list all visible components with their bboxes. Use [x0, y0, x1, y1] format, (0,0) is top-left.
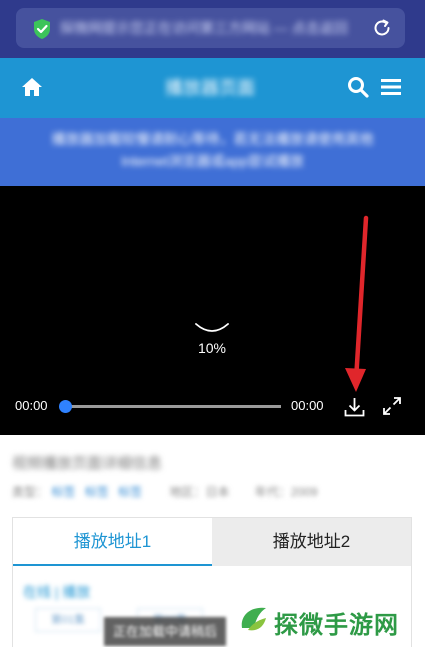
reload-icon[interactable]	[371, 17, 393, 39]
progress-bar[interactable]	[59, 400, 281, 413]
loading-spinner-icon	[195, 323, 229, 332]
site-title: 播放器页面	[165, 78, 255, 98]
meta-tag[interactable]: 标签	[51, 485, 75, 499]
address-text: 探微网提示您正在访问第三方网站 — 点击返回	[60, 20, 348, 36]
video-title: 视频播放页面详细信息	[12, 455, 163, 472]
video-meta: 类型： 标签 标签 标签 地区：日本 年代：2009	[12, 483, 412, 501]
browser-toolbar: 探微网提示您正在访问第三方网站 — 点击返回	[0, 0, 425, 58]
duration-time: 00:00	[291, 398, 324, 413]
video-player[interactable]: 10% 00:00 00:00	[0, 186, 425, 435]
address-bar[interactable]: 探微网提示您正在访问第三方网站 — 点击返回	[16, 8, 405, 48]
shield-check-icon	[34, 19, 50, 39]
fullscreen-icon[interactable]	[382, 396, 402, 416]
loading-percent: 10%	[197, 340, 227, 356]
notice-line-2: Internet浏览器或app尝试播放	[121, 153, 304, 169]
panel-heading: 在线 | 播放	[23, 584, 91, 600]
meta-label: 类型：	[12, 485, 49, 499]
home-icon[interactable]	[20, 75, 44, 99]
tab-play-source-2[interactable]: 播放地址2	[212, 518, 411, 566]
tab-play-source-1[interactable]: 播放地址1	[13, 518, 212, 566]
search-icon[interactable]	[347, 76, 369, 98]
site-header: 播放器页面	[0, 58, 425, 118]
progress-handle[interactable]	[59, 400, 72, 413]
watermark: 探微手游网	[236, 598, 425, 642]
current-time: 00:00	[15, 398, 48, 413]
meta-region: 地区：日本	[169, 485, 230, 499]
watermark-logo-icon	[238, 604, 270, 636]
toast-message: 正在加载中请稍后	[104, 617, 226, 646]
notice-line-1: 播放器加载较慢请耐心等待，若无法播放请使用其他	[51, 131, 374, 147]
watermark-text: 探微手游网	[274, 612, 399, 639]
notice-banner: 播放器加载较慢请耐心等待，若无法播放请使用其他 Internet浏览器或app尝…	[0, 118, 425, 186]
menu-icon[interactable]	[381, 78, 401, 96]
episode-button[interactable]: 第01集	[35, 608, 101, 632]
meta-year: 年代：2009	[254, 485, 318, 499]
download-icon[interactable]	[344, 397, 365, 417]
meta-tag[interactable]: 标签	[85, 485, 109, 499]
meta-tag[interactable]: 标签	[118, 485, 142, 499]
